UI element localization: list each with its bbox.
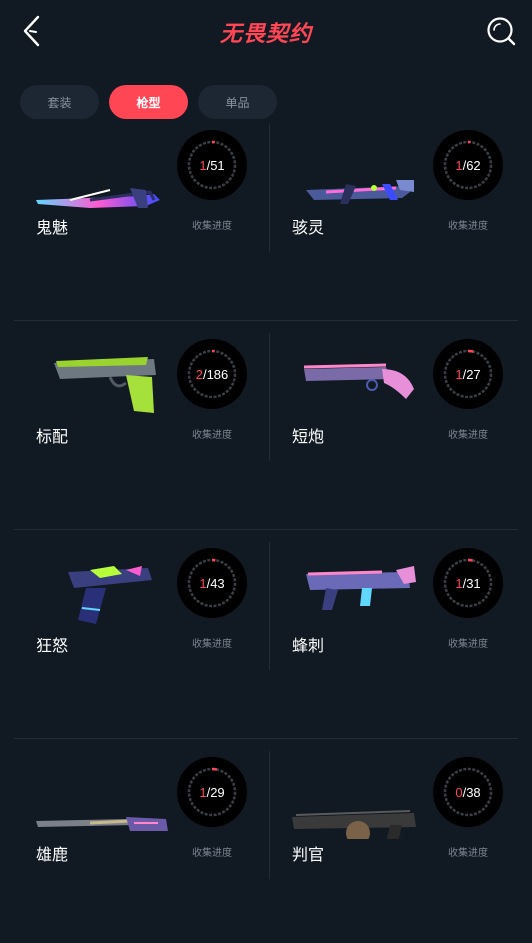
weapon-row: 雄鹿 1/29 收集进度 判官 0 /38 收集进度 (14, 739, 518, 943)
weapon-card-shorty[interactable]: 短炮 1/27 收集进度 (270, 321, 520, 530)
progress-count: 1/29 (177, 757, 247, 827)
weapon-card-frenzy[interactable]: 狂怒 1/43 收集进度 (14, 530, 264, 739)
weapon-name: 短炮 (292, 427, 325, 446)
collection-progress-ring: 1/27 (433, 339, 503, 409)
weapon-card-spectre[interactable]: 骇灵 1/62 收集进度 (270, 112, 520, 321)
progress-count: 0/38 (433, 757, 503, 827)
judge-shotgun-skin-icon (292, 810, 416, 839)
weapon-name: 标配 (36, 427, 69, 446)
progress-count: 1/31 (433, 548, 503, 618)
brand-title: 无畏契约 (219, 22, 312, 47)
owned-count: 1 (455, 366, 463, 382)
progress-label: 收集进度 (448, 639, 488, 650)
progress-count: 1/43 (177, 548, 247, 618)
progress-label: 收集进度 (448, 221, 488, 232)
progress-label: 收集进度 (448, 430, 488, 441)
weapon-name: 鬼魅 (36, 218, 69, 237)
collection-progress-ring: 1/31 (433, 548, 503, 618)
ghost-pistol-skin-icon (36, 188, 160, 208)
total-count: /27 (462, 366, 481, 382)
progress-label: 收集进度 (192, 430, 232, 441)
owned-count: 1 (199, 157, 207, 173)
search-icon (487, 17, 516, 46)
weapon-name: 骇灵 (292, 218, 325, 237)
progress-count: 1/27 (433, 339, 503, 409)
owned-count: 1 (199, 575, 207, 591)
bucky-shotgun-skin-icon (36, 817, 168, 831)
collection-progress-ring: 2/186 (177, 339, 247, 409)
owned-count: 2 (195, 366, 203, 382)
owned-count: 1 (199, 784, 207, 800)
weapon-name: 雄鹿 (36, 845, 69, 864)
progress-count: 1/51 (177, 130, 247, 200)
weapon-name: 蜂刺 (292, 636, 325, 655)
weapon-name: 判官 (292, 845, 325, 864)
frenzy-pistol-skin-icon (68, 566, 152, 624)
weapon-card-stinger[interactable]: 蜂刺 1/31 收集进度 (270, 530, 520, 739)
progress-count: 1/62 (433, 130, 503, 200)
collection-progress-ring: 0/38 (433, 757, 503, 827)
progress-label: 收集进度 (192, 639, 232, 650)
owned-count: 1 (455, 157, 463, 173)
total-count: /38 (462, 784, 481, 800)
total-count: /31 (462, 575, 481, 591)
progress-label: 收集进度 (448, 848, 488, 859)
weapon-row: 狂怒 1/43 收集进度 蜂刺 1 /31 收集进度 (14, 530, 518, 739)
weapon-card-ghost[interactable]: 鬼魅 1/51 收集进度 (14, 112, 264, 321)
shorty-shotgun-skin-icon (303, 363, 414, 399)
collection-progress-ring: 1/43 (177, 548, 247, 618)
classic-pistol-skin-icon (54, 357, 156, 413)
collection-progress-ring: 1/29 (177, 757, 247, 827)
total-count: /29 (206, 784, 225, 800)
progress-label: 收集进度 (192, 221, 232, 232)
collection-progress-ring: 1/62 (433, 130, 503, 200)
progress-label: 收集进度 (192, 848, 232, 859)
total-count: /62 (462, 157, 481, 173)
progress-count: 2/186 (177, 339, 247, 409)
weapon-card-classic[interactable]: 标配 2/186 收集进度 (14, 321, 264, 530)
weapon-name: 狂怒 (36, 636, 69, 655)
collection-progress-ring: 1/51 (177, 130, 247, 200)
weapon-row: 标配 2/186 收集进度 短炮 1 /27 收集进度 (14, 321, 518, 530)
weapon-row: 鬼魅 1/51 收集进度 骇灵 1 /62 收集进度 (14, 112, 518, 321)
total-count: /43 (206, 575, 225, 591)
total-count: /186 (202, 366, 229, 382)
spectre-smg-skin-icon (306, 180, 414, 204)
weapon-card-bucky[interactable]: 雄鹿 1/29 收集进度 (14, 739, 264, 943)
app-screen: 无畏契约 套装 枪型 单品 鬼魅 1 /51 收集进度 骇灵 1 /62 收集进… (0, 0, 532, 943)
stinger-smg-skin-icon (306, 566, 416, 610)
header: 无畏契约 (0, 0, 532, 64)
owned-count: 1 (455, 575, 463, 591)
owned-count: 0 (455, 784, 463, 800)
weapon-card-judge[interactable]: 判官 0/38 收集进度 (270, 739, 520, 943)
total-count: /51 (206, 157, 225, 173)
search-button[interactable] (484, 14, 518, 48)
